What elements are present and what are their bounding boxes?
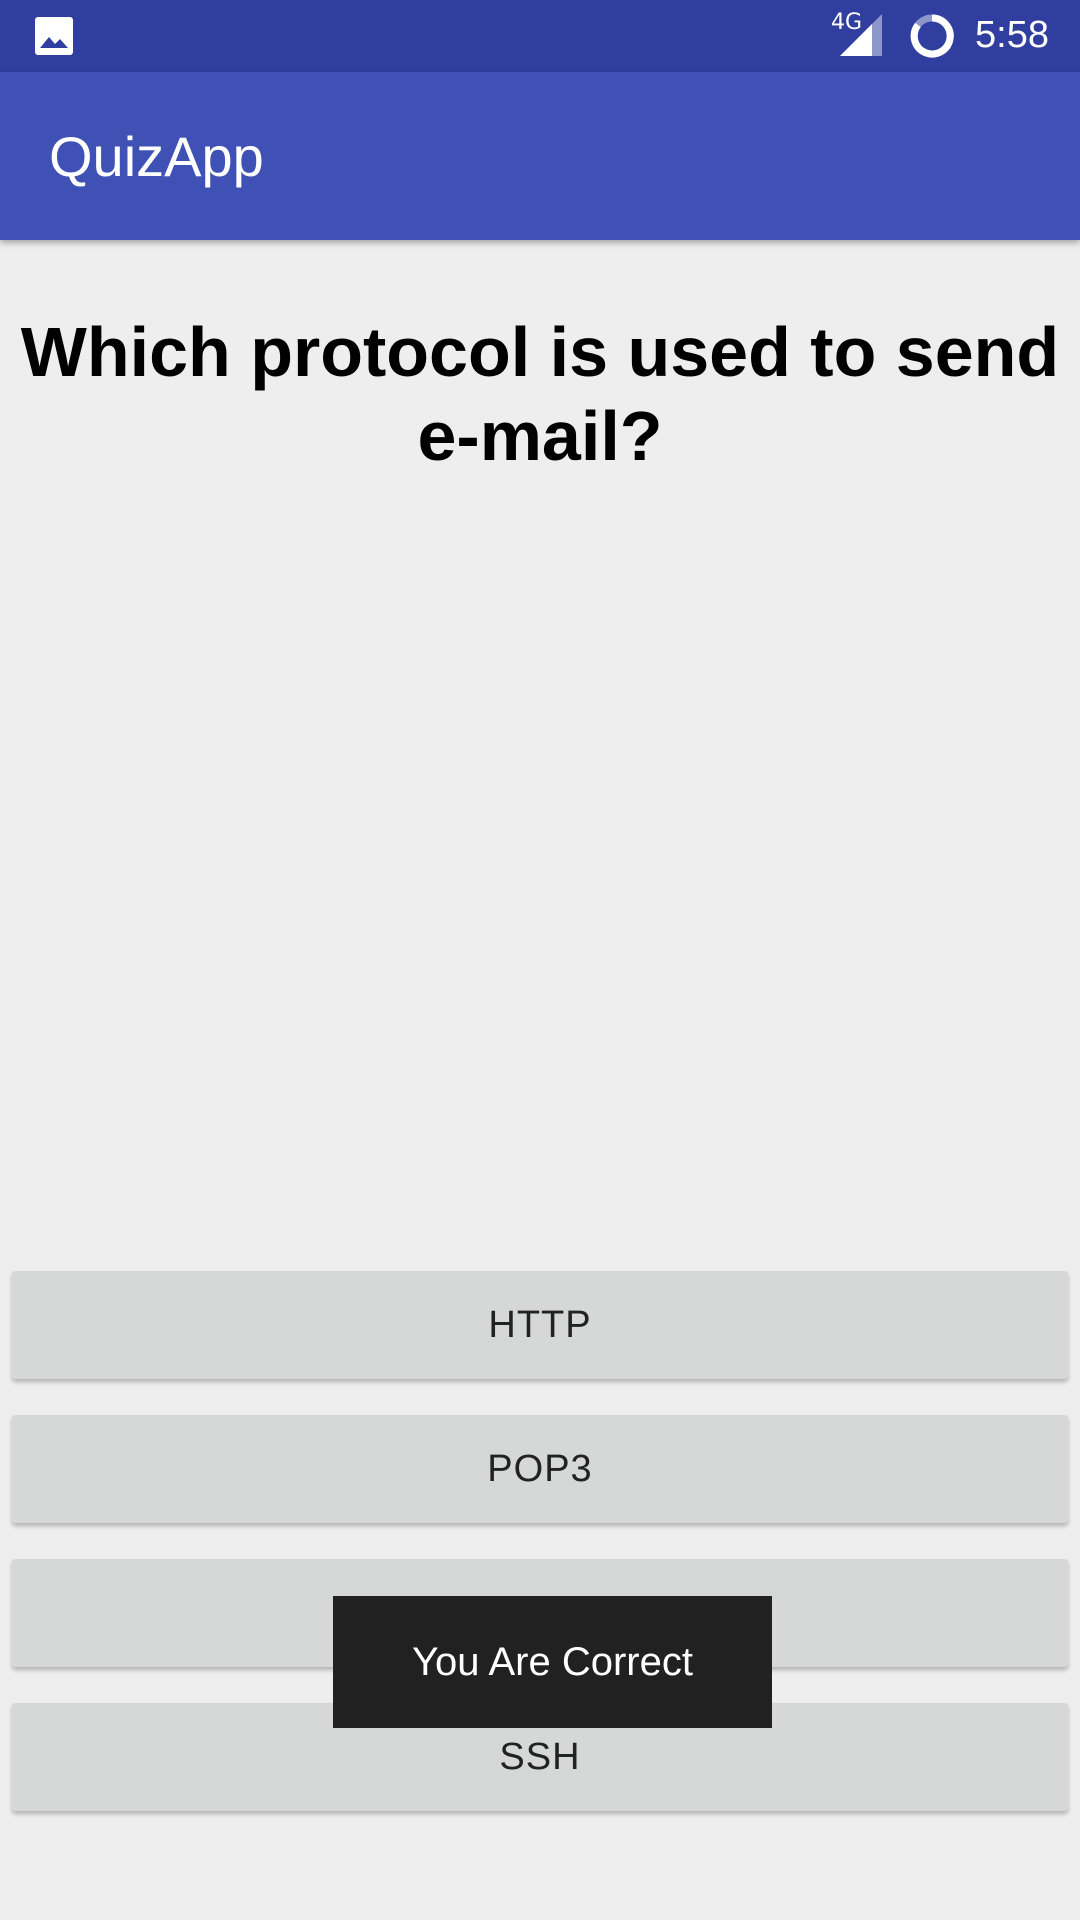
answer-button-pop3[interactable]: POP3	[12, 1415, 1068, 1523]
signal-icon	[840, 14, 882, 56]
toast-message: You Are Correct	[333, 1596, 772, 1728]
clock: 5:58	[975, 14, 1049, 56]
question-text: Which protocol is used to send e-mail?	[20, 313, 1060, 475]
status-bar: 4G 5:58	[0, 0, 1080, 72]
answer-button-http[interactable]: HTTP	[12, 1271, 1068, 1379]
gallery-icon	[35, 17, 73, 55]
app-bar: QuizApp	[0, 72, 1080, 240]
app-title: QuizApp	[49, 125, 264, 188]
battery-icon	[910, 14, 954, 58]
